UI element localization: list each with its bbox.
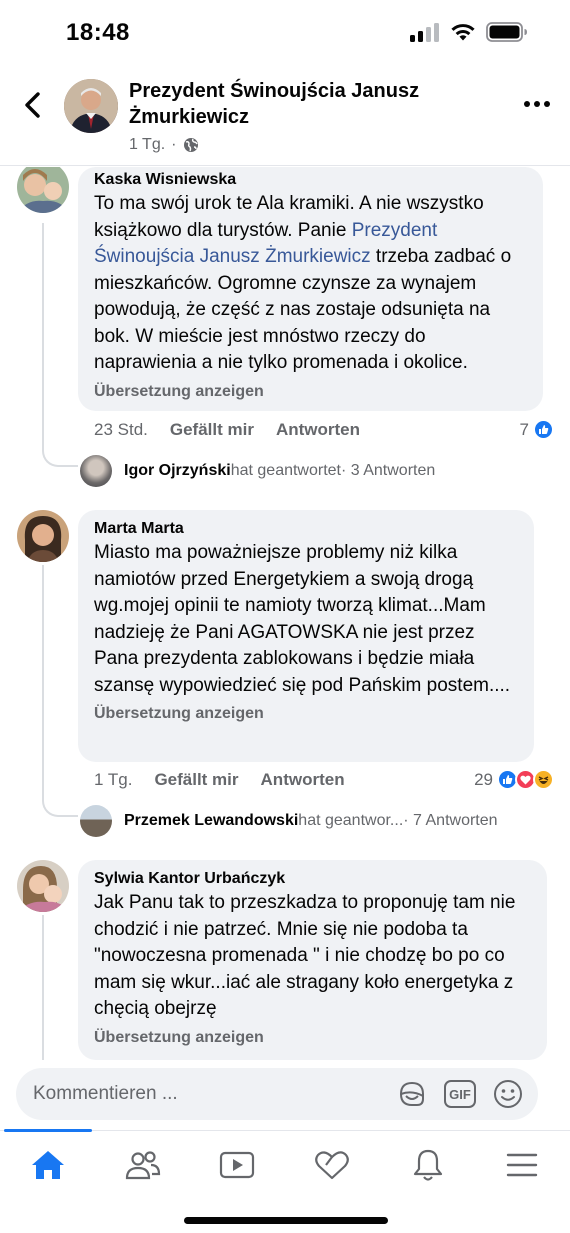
like-button[interactable]: Gefällt mir [170,420,254,440]
translate-link[interactable]: Übersetzung anzeigen [94,381,527,403]
commenter-avatar[interactable] [17,860,69,912]
tab-home[interactable] [28,1145,68,1185]
dot-icon [544,101,550,107]
thread-line [42,565,44,797]
reply-verb: hat geantwortet [230,462,341,479]
comment-composer: Kommentieren ... GIF [0,1060,570,1130]
tab-menu[interactable] [502,1145,542,1185]
like-button[interactable]: Gefällt mir [154,770,238,790]
reply-author-name: Przemek Lewandowski [124,812,299,829]
tab-notifications[interactable] [408,1145,448,1185]
comment-bubble[interactable]: Marta Marta Miasto ma poważniejsze probl… [78,510,534,762]
chevron-left-icon [25,92,40,118]
tab-friends[interactable] [123,1145,163,1185]
menu-icon [506,1153,538,1177]
dating-icon [315,1151,349,1180]
back-button[interactable] [16,88,50,122]
post-header: Prezydent Świnoujścia Janusz Żmurkiewicz… [0,66,570,166]
comment-text: Miasto ma poważniejsze problemy niż kilk… [94,542,511,696]
comment-input[interactable]: Kommentieren ... GIF [16,1068,538,1120]
reaction-count: 29 [474,769,493,789]
emoji-icon[interactable] [492,1078,524,1110]
comment-time[interactable]: 23 Std. [94,420,148,440]
comment-author[interactable]: Kaska Wisniewska [94,169,527,191]
status-time: 18:48 [66,19,130,46]
comment-time[interactable]: 1 Tg. [94,770,132,790]
comment-author[interactable]: Sylwia Kantor Urbańczyk [94,868,531,890]
replies-preview[interactable]: Igor Ojrzyński hat geantwortet · 3 Antwo… [80,455,435,487]
gif-label: GIF [449,1086,471,1102]
reply-button[interactable]: Antworten [261,770,345,790]
reply-button[interactable]: Antworten [276,420,360,440]
comment-input-placeholder: Kommentieren ... [33,1083,178,1104]
tab-watch[interactable] [217,1145,257,1185]
reply-verb: hat geantwor... [298,812,404,829]
comment-text: Jak Panu tak to przeszkadza to proponuję… [94,892,516,1019]
composer-icons: GIF [396,1078,524,1110]
reaction-count: 7 [519,419,529,439]
reaction-summary[interactable]: 29 [474,769,554,790]
reply-author-avatar [80,455,112,487]
commenter-avatar[interactable] [17,510,69,562]
commenter-photo [17,860,69,912]
gif-button[interactable]: GIF [444,1080,476,1108]
thread-connector [42,797,78,817]
sticker-icon[interactable] [396,1078,428,1110]
post-meta: 1 Tg. · [129,136,199,154]
author-avatar[interactable] [64,79,118,133]
active-tab-indicator [4,1129,92,1132]
haha-reaction-icon [533,769,554,790]
reaction-summary[interactable]: 7 [520,419,554,440]
bottom-tab-bar [0,1129,570,1233]
reply-count: · 3 Antworten [341,462,436,479]
reply-count: · 7 Antworten [403,812,498,829]
more-options-button[interactable] [524,94,550,114]
reply-author-avatar [80,805,112,837]
comments-list[interactable]: Kaska Wisniewska To ma swój urok te Ala … [0,167,570,1060]
like-reaction-icon [533,419,554,440]
commenter-avatar[interactable] [17,167,69,213]
thread-line [42,915,44,1060]
comment-text: To ma swój urok te Ala kramiki. A nie ws… [94,191,527,377]
tab-dating[interactable] [312,1145,352,1185]
thread-line [42,223,44,447]
watch-icon [219,1151,255,1179]
status-icons [410,22,528,42]
comment-bubble[interactable]: Kaska Wisniewska To ma swój urok te Ala … [78,167,543,411]
status-bar: 18:48 [0,0,570,66]
home-indicator-bar[interactable] [184,1217,388,1224]
post-time[interactable]: 1 Tg. [129,136,165,154]
comment-actions: 1 Tg. Gefällt mir Antworten [94,770,345,790]
globe-icon [183,138,198,152]
wifi-icon [451,24,475,41]
dot-icon [534,101,540,107]
replies-preview[interactable]: Przemek Lewandowski hat geantwor... · 7 … [80,805,498,837]
commenter-photo [17,167,69,213]
comment-bubble[interactable]: Sylwia Kantor Urbańczyk Jak Panu tak to … [78,860,547,1060]
author-photo [64,79,118,133]
friends-icon [125,1151,161,1180]
meta-separator: · [171,136,177,153]
translate-link[interactable]: Übersetzung anzeigen [94,703,518,725]
notifications-icon [413,1149,443,1181]
post-author-name[interactable]: Prezydent Świnoujścia Janusz Żmurkiewicz [129,78,449,130]
dot-icon [524,101,530,107]
thread-connector [42,447,78,467]
cellular-signal-icon [410,23,439,42]
battery-icon [486,22,527,42]
home-icon [32,1151,64,1179]
comment-author[interactable]: Marta Marta [94,518,518,540]
reply-author-name: Igor Ojrzyński [124,462,231,479]
comment-actions: 23 Std. Gefällt mir Antworten [94,420,360,440]
commenter-photo [17,510,69,562]
translate-link[interactable]: Übersetzung anzeigen [94,1027,531,1049]
